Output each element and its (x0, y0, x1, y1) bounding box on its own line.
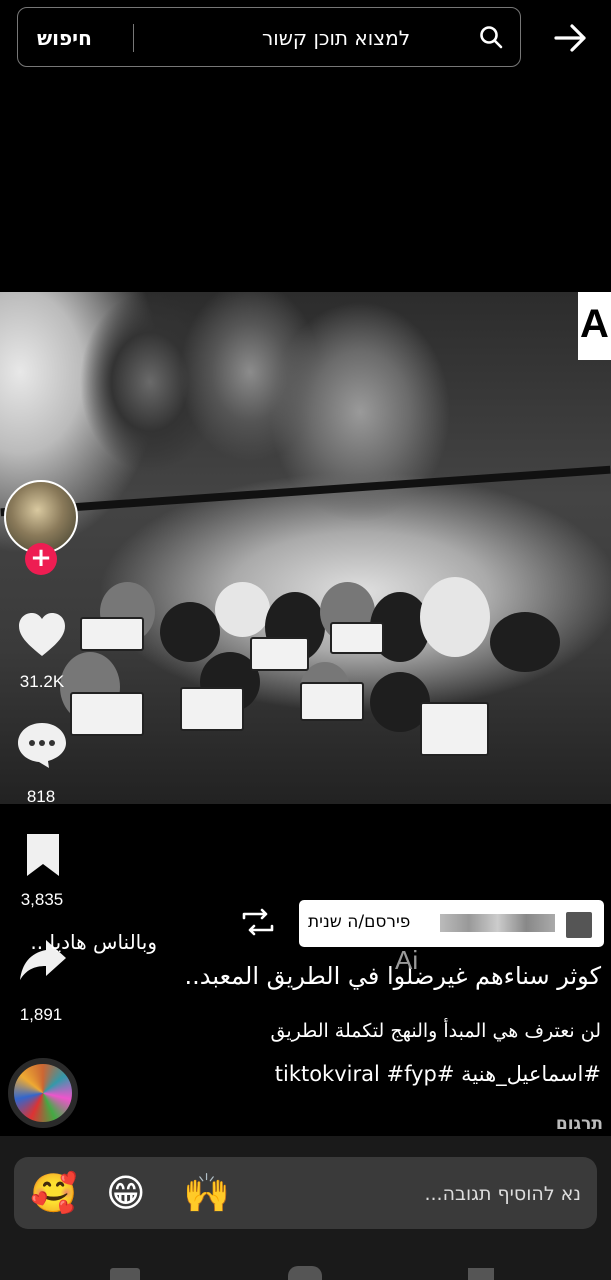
grinning-face-emoji[interactable]: 😁 (106, 1171, 146, 1215)
search-input[interactable]: למצוא תוכן קשור (262, 26, 410, 50)
caption-hashtags[interactable]: #اسماعيل_هنية #tiktokviral #fyp (275, 1062, 601, 1086)
caption-line-2: كوثر سناءهم غيرضلوا في الطريق المعبد.. (184, 962, 601, 990)
nav-back-icon[interactable] (468, 1268, 494, 1280)
music-disc[interactable] (8, 1058, 78, 1128)
save-count: 3,835 (20, 890, 64, 909)
translate-link[interactable]: תרגום (556, 1114, 603, 1134)
raising-hands-emoji[interactable]: 🙌 (183, 1171, 230, 1215)
smiling-face-with-hearts-emoji[interactable]: 🥰 (30, 1171, 77, 1215)
caption-line-3: لن نعترف هي المبدأ والنهج لتكملة الطريق (270, 1020, 602, 1042)
bookmark-icon[interactable] (24, 832, 62, 878)
share-count: 1,891 (19, 1005, 63, 1024)
caption-overlay-text: Ai (395, 945, 419, 975)
follow-button[interactable]: + (25, 543, 57, 575)
comment-input[interactable]: נא להוסיף תגובה... (424, 1183, 581, 1205)
nav-home-icon[interactable] (288, 1266, 322, 1280)
repost-label: פירסם/ה שנית (308, 912, 411, 932)
search-button[interactable]: חיפוש (37, 26, 92, 50)
nav-recent-icon[interactable] (110, 1268, 140, 1280)
comment-count: 818 (26, 787, 56, 806)
heart-icon[interactable] (17, 612, 67, 658)
search-divider (133, 24, 134, 52)
video-frame[interactable]: A (0, 292, 611, 804)
like-count: 31.2K (19, 672, 65, 691)
blurred-username (440, 914, 555, 932)
repost-thumbnail (566, 912, 592, 938)
comment-icon[interactable] (15, 720, 69, 770)
caption-line-1: وبالناس هاديا .. (30, 930, 157, 954)
search-icon (480, 26, 503, 49)
repost-icon (242, 908, 274, 936)
back-arrow-icon[interactable] (550, 18, 590, 58)
watermark-letter: A (580, 302, 609, 346)
